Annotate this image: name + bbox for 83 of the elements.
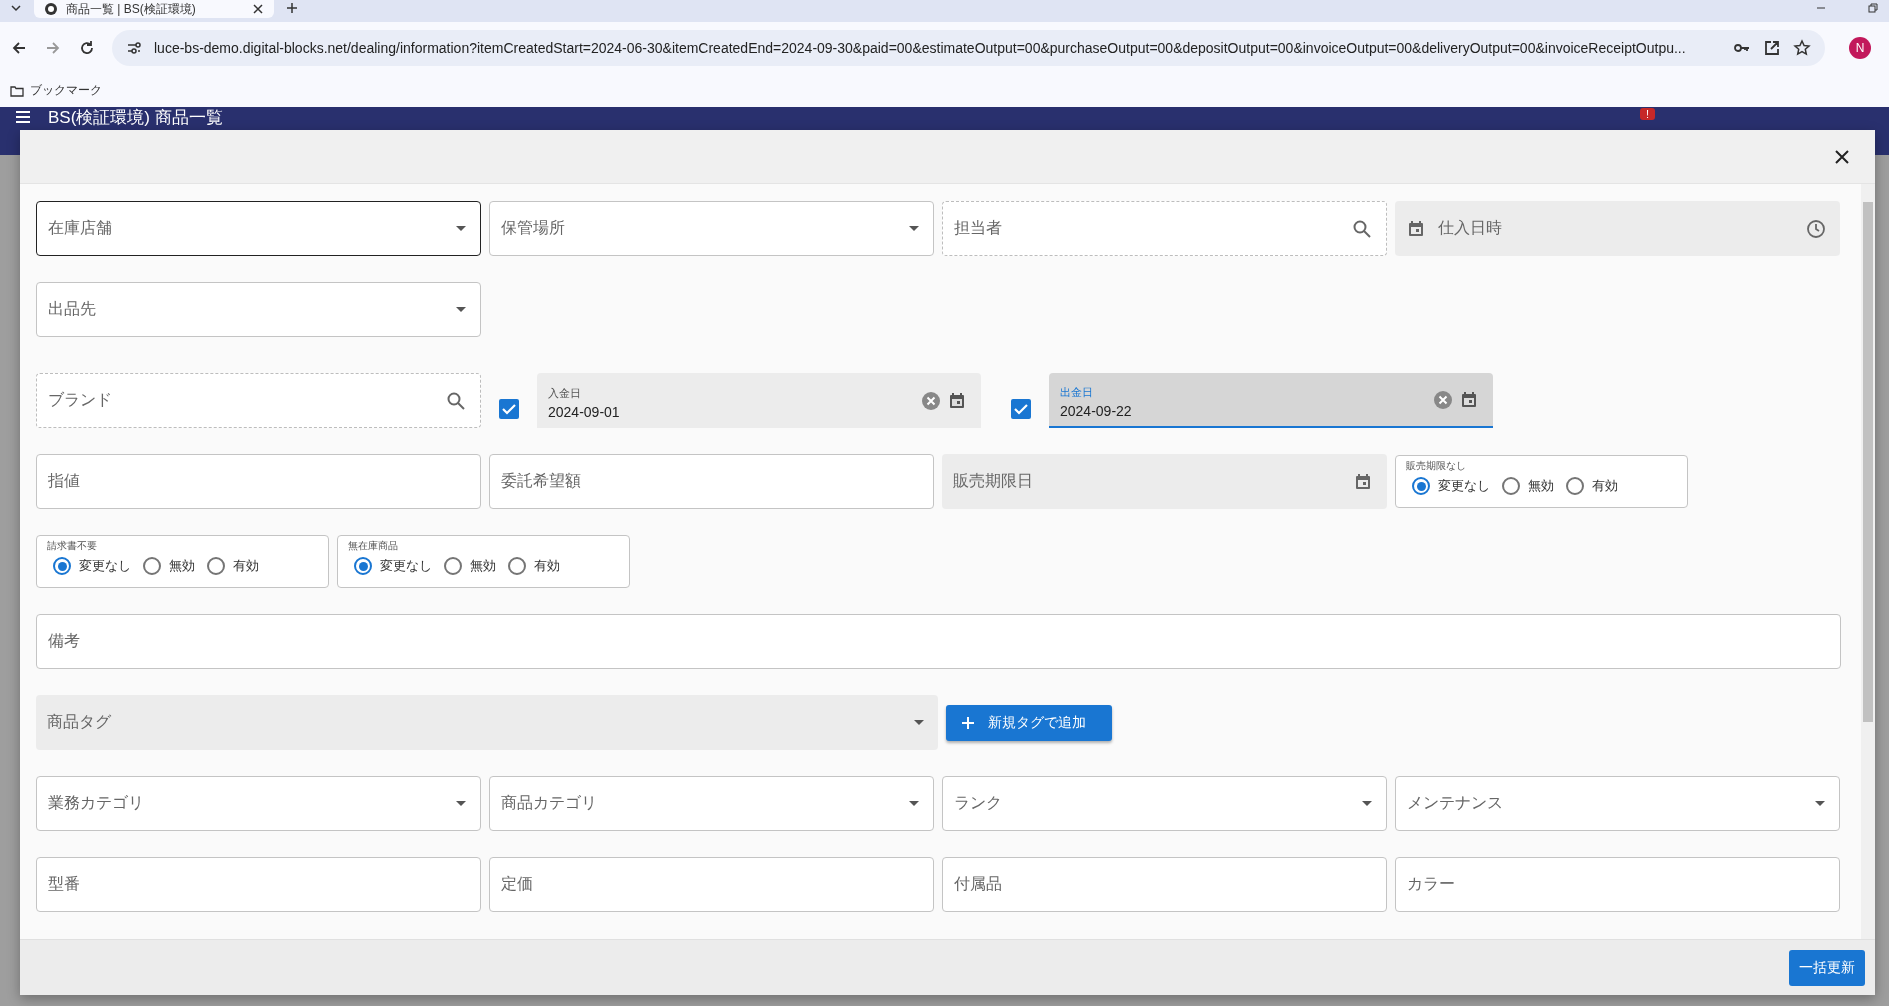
app-title: BS(検証環境) 商品一覧	[48, 108, 223, 128]
input-field[interactable]: 販売期限日	[942, 454, 1387, 509]
radio-button[interactable]	[508, 557, 526, 575]
site-settings-icon[interactable]	[126, 40, 142, 56]
input-field[interactable]: 商品タグ	[36, 695, 938, 750]
star-icon[interactable]	[1793, 39, 1811, 57]
search-icon	[1352, 218, 1372, 239]
input-field[interactable]: 在庫店舗	[36, 201, 481, 256]
caret-icon	[1362, 801, 1372, 806]
caret-icon	[456, 801, 466, 806]
radio-option[interactable]: 無効	[143, 557, 195, 575]
radio-button[interactable]	[143, 557, 161, 575]
radio-button[interactable]	[444, 557, 462, 575]
radio-option[interactable]: 有効	[508, 557, 560, 575]
new-tab-icon[interactable]	[286, 2, 298, 14]
open-in-window-icon[interactable]	[1763, 39, 1781, 57]
radio-button[interactable]	[354, 557, 372, 575]
input-field[interactable]: カラー	[1395, 857, 1840, 912]
bulk-update-button[interactable]: 一括更新	[1789, 949, 1865, 986]
caret-icon	[456, 307, 466, 312]
checkbox[interactable]	[1011, 398, 1031, 419]
radio-button[interactable]	[207, 557, 225, 575]
input-field[interactable]: 出品先	[36, 282, 481, 337]
caret-icon	[909, 226, 919, 231]
notification-badge[interactable]: !	[1639, 108, 1655, 120]
radio-option[interactable]: 無効	[1502, 477, 1554, 495]
input-field[interactable]: メンテナンス	[1395, 776, 1840, 831]
date-field[interactable]: 入金日 2024-09-01	[537, 373, 981, 428]
menu-icon[interactable]	[14, 108, 32, 126]
scrollbar[interactable]	[1861, 184, 1875, 939]
input-field[interactable]: 委託希望額	[489, 454, 934, 509]
radio-option[interactable]: 無効	[444, 557, 496, 575]
favicon-icon	[44, 2, 58, 16]
radio-option[interactable]: 有効	[1566, 477, 1618, 495]
restore-icon[interactable]	[1867, 2, 1879, 14]
input-field[interactable]: 商品カテゴリ	[489, 776, 934, 831]
date-field[interactable]: 出金日 2024-09-22	[1049, 373, 1493, 428]
input-field[interactable]: ブランド	[36, 373, 481, 428]
checkbox[interactable]	[499, 398, 519, 419]
radio-group-label: 販売期限なし	[1406, 459, 1467, 473]
tab-list-icon[interactable]	[10, 2, 22, 14]
browser-tab[interactable]: 商品一覧 | BS(検証環境)	[34, 0, 274, 18]
radio-button[interactable]	[1566, 477, 1584, 495]
search-icon	[446, 390, 466, 411]
radio-option[interactable]: 有効	[207, 557, 259, 575]
caret-icon	[456, 226, 466, 231]
caret-icon	[1815, 801, 1825, 806]
calendar-icon[interactable]	[1459, 389, 1479, 410]
input-field[interactable]: ランク	[942, 776, 1387, 831]
calendar-icon	[1353, 471, 1373, 492]
radio-button[interactable]	[53, 557, 71, 575]
radio-group-label: 請求書不要	[47, 539, 98, 553]
radio-option[interactable]: 変更なし	[1412, 477, 1490, 495]
plus-icon	[960, 714, 976, 731]
clock-icon	[1806, 218, 1826, 239]
input-field[interactable]: 保管場所	[489, 201, 934, 256]
bookmark-folder[interactable]: ブックマーク	[10, 82, 102, 99]
input-field[interactable]: 付属品	[942, 857, 1387, 912]
caret-icon	[909, 801, 919, 806]
caret-icon	[914, 720, 924, 725]
input-field[interactable]: 型番	[36, 857, 481, 912]
radio-button[interactable]	[1412, 477, 1430, 495]
input-field[interactable]: 備考	[36, 614, 1841, 669]
close-icon[interactable]	[1833, 147, 1851, 166]
radio-option[interactable]: 変更なし	[53, 557, 131, 575]
close-icon[interactable]	[252, 3, 264, 15]
reload-icon[interactable]	[78, 39, 96, 57]
calendar-icon	[1406, 218, 1426, 239]
radio-option[interactable]: 変更なし	[354, 557, 432, 575]
input-field[interactable]: 業務カテゴリ	[36, 776, 481, 831]
folder-icon	[10, 83, 24, 98]
calendar-icon[interactable]	[947, 390, 967, 411]
clear-icon[interactable]	[1433, 389, 1453, 410]
add-tag-button[interactable]: 新規タグで追加	[946, 704, 1112, 741]
clear-icon[interactable]	[921, 390, 941, 411]
radio-button[interactable]	[1502, 477, 1520, 495]
profile-avatar[interactable]: N	[1849, 37, 1871, 59]
input-field[interactable]: 定価	[489, 857, 934, 912]
radio-group-label: 無在庫商品	[348, 539, 399, 553]
input-field[interactable]: 仕入日時	[1395, 201, 1840, 256]
input-field[interactable]: 指値	[36, 454, 481, 509]
input-field[interactable]: 担当者	[942, 201, 1387, 256]
address-bar[interactable]: luce-bs-demo.digital-blocks.net/dealing/information?itemCreatedStart=2024-06-30&itemCreatedEnd=2024-09-30&paid=00&estimateOutput=00&purchaseOutput=00&depositOutput=00&invoiceOutput=00&deliveryOutput=00&invoiceReceiptOutpu...	[112, 30, 1825, 66]
